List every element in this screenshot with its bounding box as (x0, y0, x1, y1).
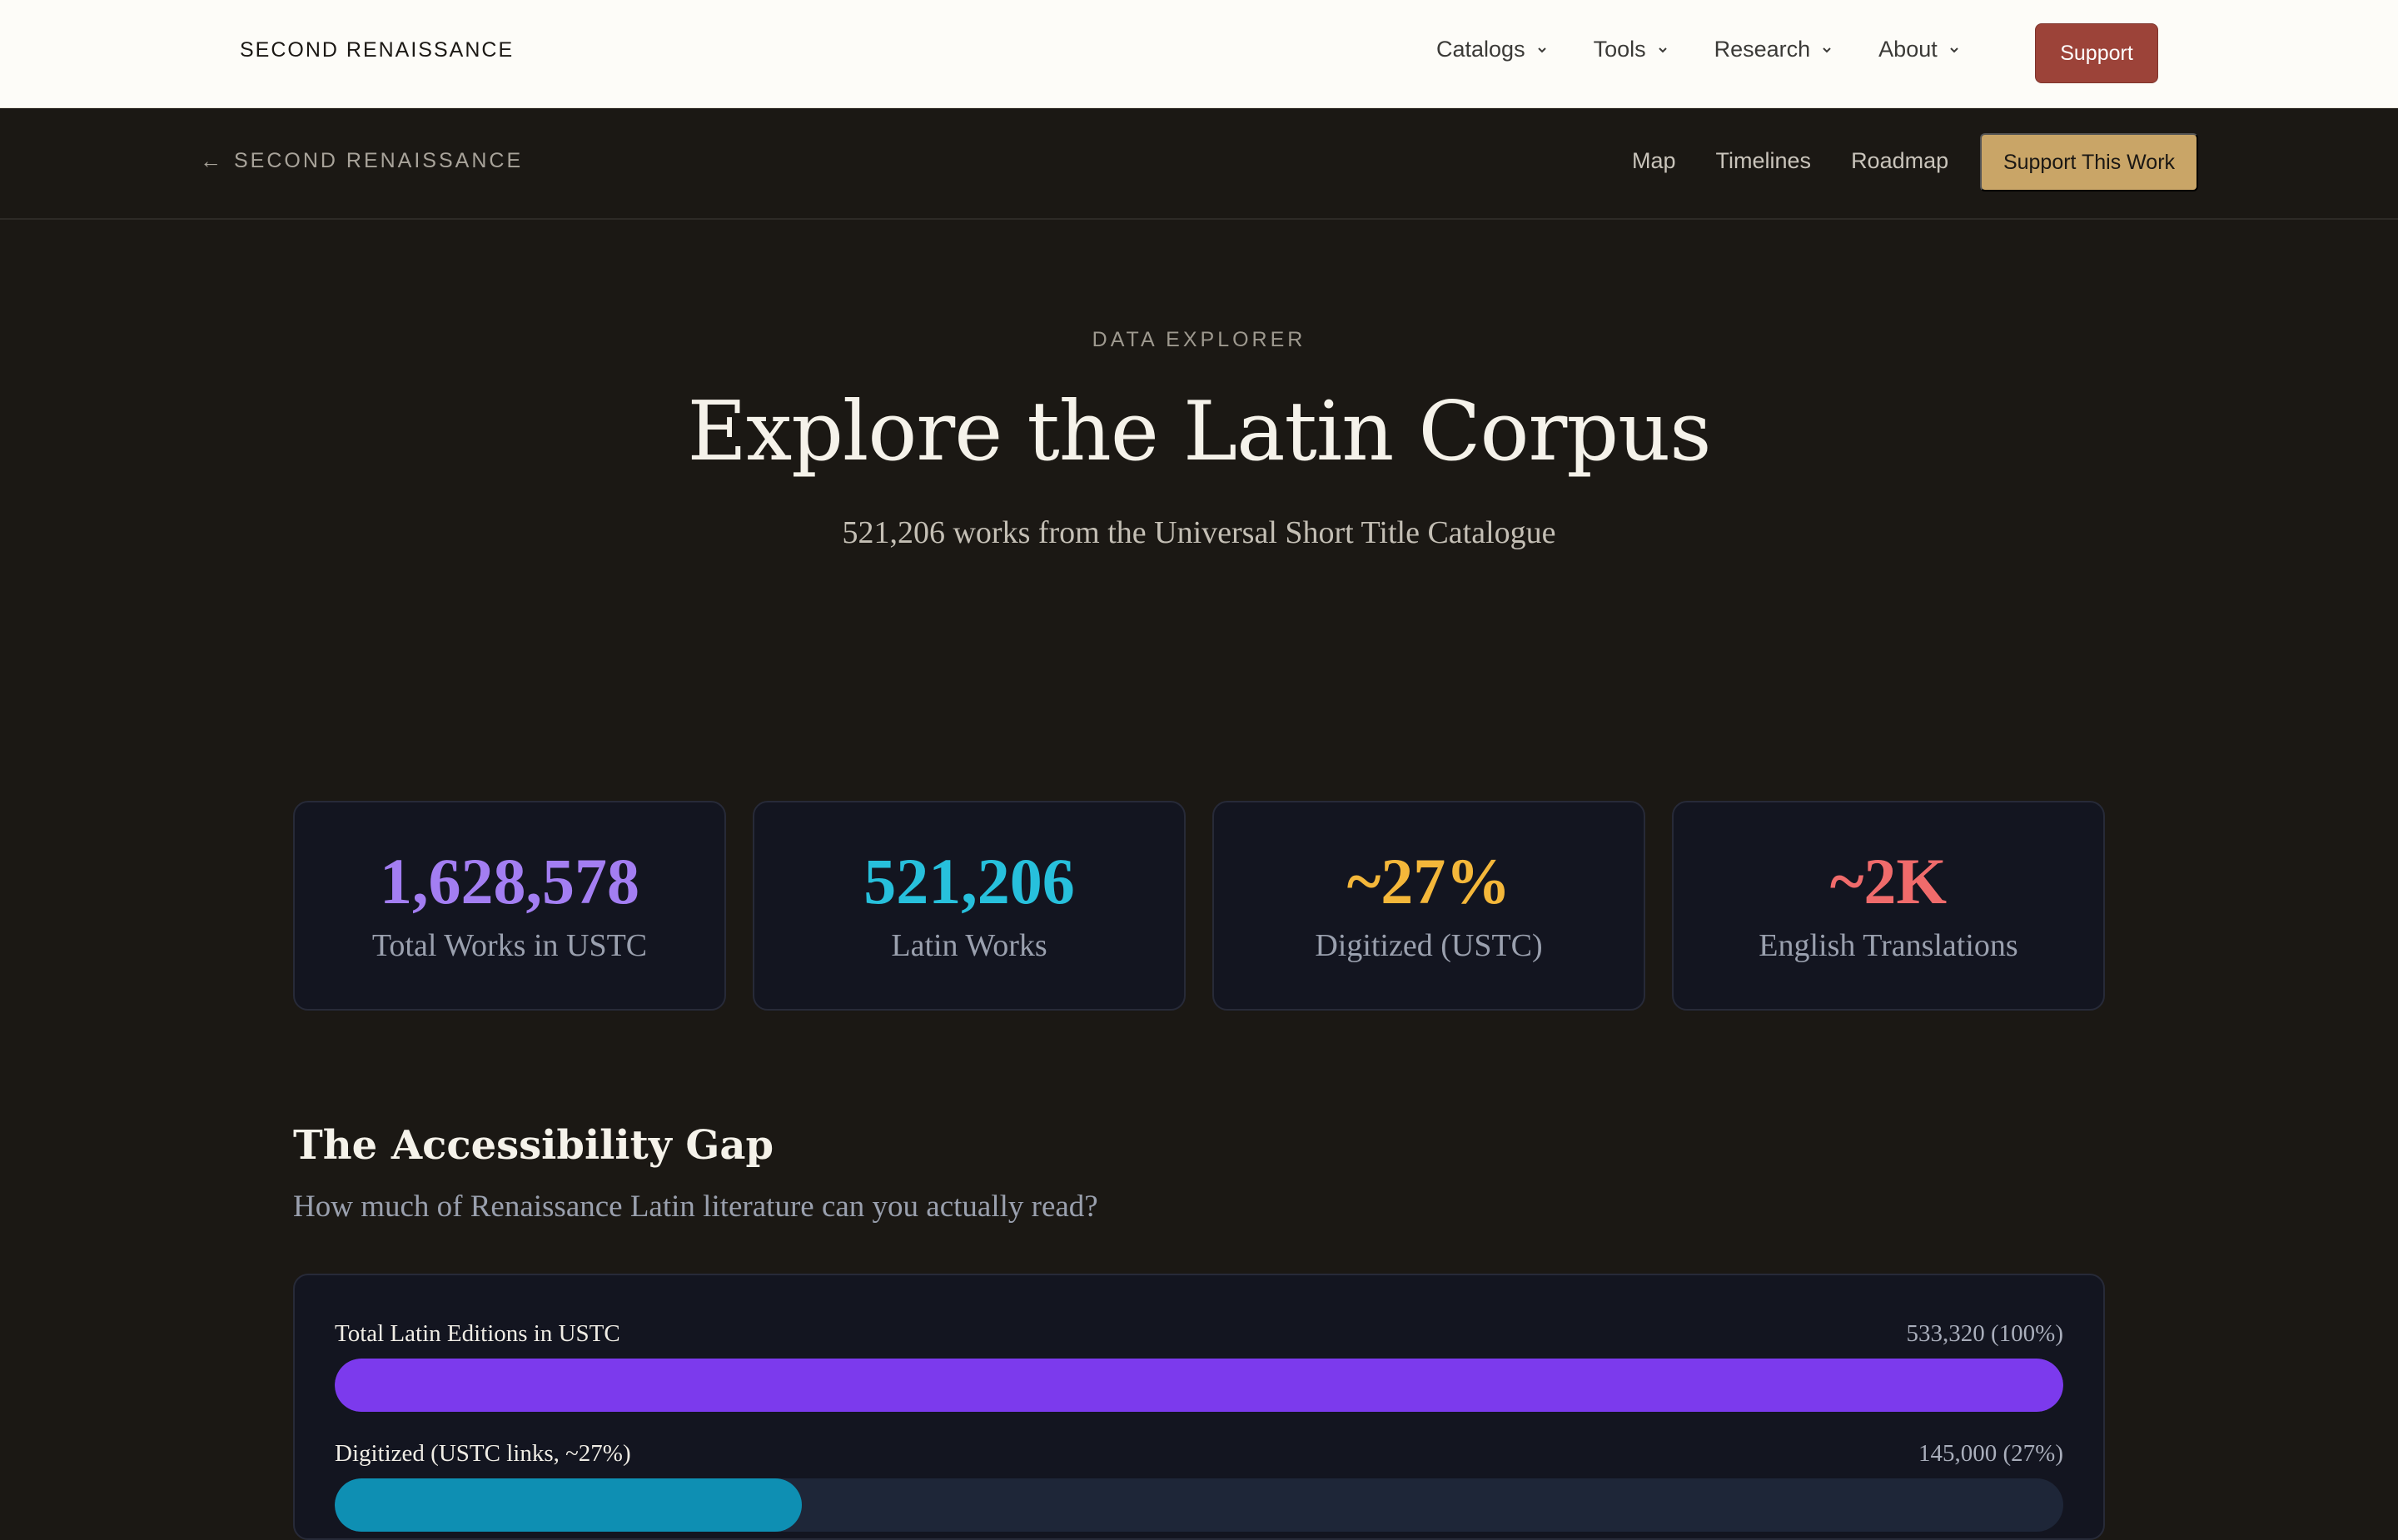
bar-value: 145,000 (27%) (1918, 1440, 2063, 1467)
stat-card-english-translations: ~2K English Translations (1672, 801, 2105, 1011)
chevron-down-icon (1658, 47, 1667, 52)
top-navbar: SECOND RENAISSANCE Catalogs Tools Resear… (0, 0, 2398, 108)
main-menu: Catalogs Tools Research About (1436, 37, 2006, 62)
stat-value: 521,206 (863, 845, 1075, 917)
chevron-down-icon (1950, 47, 1958, 52)
stat-card-total-works: 1,628,578 Total Works in USTC (293, 801, 726, 1011)
chevron-down-icon (1823, 47, 1831, 52)
bar-fill (335, 1359, 2063, 1412)
stat-label: Digitized (USTC) (1315, 928, 1543, 963)
stat-card-latin-works: 521,206 Latin Works (753, 801, 1186, 1011)
section-subtitle: How much of Renaissance Latin literature… (293, 1190, 1098, 1224)
bar-value: 533,320 (100%) (1906, 1320, 2063, 1347)
sub-nav-link-timelines[interactable]: Timelines (1716, 148, 1812, 174)
sub-navbar: ← SECOND RENAISSANCE Map Timelines Roadm… (0, 108, 2398, 220)
page-subtitle: 521,206 works from the Universal Short T… (842, 515, 1556, 550)
page-title: Explore the Latin Corpus (687, 385, 1712, 479)
stat-card-digitized: ~27% Digitized (USTC) (1212, 801, 1645, 1011)
sub-nav-link-roadmap[interactable]: Roadmap (1851, 148, 1948, 174)
menu-item-tools[interactable]: Tools (1594, 37, 1668, 62)
bar-label: Digitized (USTC links, ~27%) (335, 1440, 631, 1467)
stat-label: English Translations (1759, 928, 2018, 963)
section-title: The Accessibility Gap (293, 1122, 774, 1169)
bar-fill (335, 1478, 802, 1532)
menu-item-label: Tools (1593, 37, 1646, 62)
support-this-work-button[interactable]: Support This Work (1980, 133, 2198, 191)
arrow-left-icon: ← (200, 148, 224, 173)
hero-eyebrow: DATA EXPLORER (1092, 328, 1306, 351)
stat-value: ~27% (1346, 845, 1511, 917)
stat-value: ~2K (1829, 845, 1948, 917)
bar-label: Total Latin Editions in USTC (335, 1320, 620, 1347)
back-link-label: SECOND RENAISSANCE (234, 149, 524, 172)
menu-item-label: About (1878, 37, 1938, 62)
menu-item-research[interactable]: Research (1714, 37, 1833, 62)
menu-item-about[interactable]: About (1878, 37, 1959, 62)
support-button[interactable]: Support (2035, 23, 2158, 83)
menu-item-label: Catalogs (1436, 37, 1525, 62)
accessibility-gap-panel: Total Latin Editions in USTC 533,320 (10… (293, 1274, 2105, 1540)
brand-logo[interactable]: SECOND RENAISSANCE (240, 38, 514, 62)
menu-item-label: Research (1714, 37, 1811, 62)
sub-nav-links: Map Timelines Roadmap (1632, 148, 1988, 174)
bar-track (335, 1478, 2063, 1532)
stat-value: 1,628,578 (380, 845, 639, 917)
stat-label: Latin Works (891, 928, 1047, 963)
back-link[interactable]: ← SECOND RENAISSANCE (200, 148, 523, 174)
chevron-down-icon (1537, 47, 1546, 52)
stat-label: Total Works in USTC (371, 928, 648, 963)
menu-item-catalogs[interactable]: Catalogs (1436, 37, 1547, 62)
bar-track (335, 1359, 2063, 1412)
sub-nav-link-map[interactable]: Map (1632, 148, 1676, 174)
